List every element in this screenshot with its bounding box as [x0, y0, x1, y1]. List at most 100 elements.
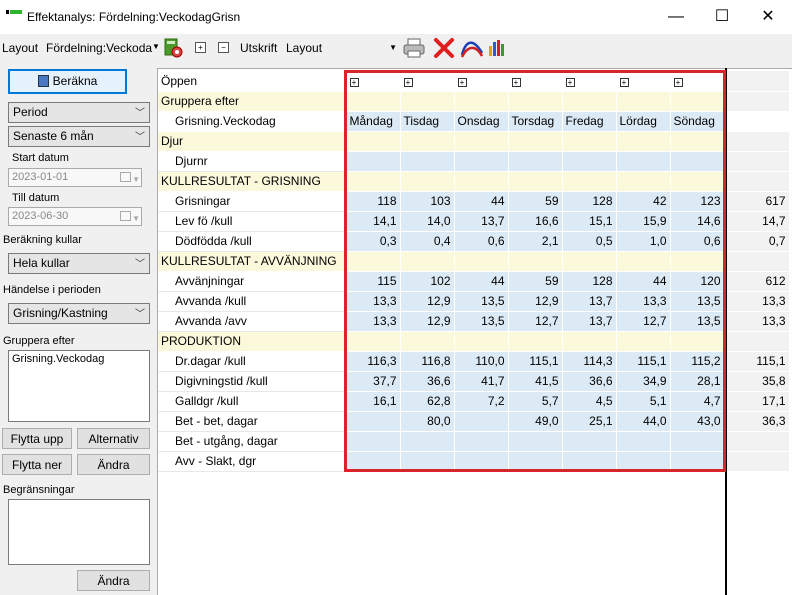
data-cell[interactable] [400, 91, 455, 112]
period-combo[interactable]: Period ﹀ [8, 102, 150, 123]
data-cell[interactable]: 15,1 [562, 211, 617, 232]
data-cell[interactable]: 102 [400, 271, 455, 292]
data-cell[interactable]: 13,7 [454, 211, 509, 232]
data-cell[interactable]: 0,3 [346, 231, 401, 252]
data-cell[interactable]: 5,7 [508, 391, 563, 412]
layout-dropdown[interactable]: Fördelning:Veckoda [46, 41, 152, 55]
data-cell[interactable]: 16,1 [346, 391, 401, 412]
data-cell[interactable]: 13,3 [346, 291, 401, 312]
data-cell[interactable]: Måndag [346, 111, 401, 132]
chevron-down-icon[interactable]: ▼ [152, 42, 160, 51]
section-row[interactable]: KULLRESULTAT - AVVÄNJNING [158, 251, 790, 272]
data-cell[interactable] [616, 451, 671, 472]
bar-chart-icon[interactable] [487, 38, 507, 58]
range-combo[interactable]: Senaste 6 mån ﹀ [8, 126, 150, 147]
data-cell[interactable]: 115,2 [670, 351, 725, 372]
table-row[interactable]: Dr.dagar /kull 116,3 116,8 110,0 115,1 114,3 1… [158, 351, 790, 372]
expand-icon[interactable]: + [400, 71, 455, 92]
data-cell[interactable]: 123 [670, 191, 725, 212]
data-cell[interactable] [454, 171, 509, 192]
data-cell[interactable] [400, 431, 455, 452]
delete-x-icon[interactable] [433, 37, 454, 58]
data-cell[interactable]: 2,1 [508, 231, 563, 252]
data-cell[interactable] [346, 251, 401, 272]
data-cell[interactable]: 0,5 [562, 231, 617, 252]
data-cell[interactable] [454, 451, 509, 472]
data-cell[interactable] [616, 251, 671, 272]
data-cell[interactable]: 5,1 [616, 391, 671, 412]
minimize-button[interactable]: — [653, 0, 699, 34]
event-combo[interactable]: Grisning/Kastning ﹀ [8, 303, 150, 324]
data-cell[interactable]: 44 [454, 271, 509, 292]
data-cell[interactable] [346, 331, 401, 352]
data-cell[interactable]: 13,5 [670, 291, 725, 312]
chart-curve-icon[interactable] [460, 37, 484, 58]
change-restrictions-button[interactable]: Ändra [77, 570, 150, 591]
data-cell[interactable]: 43,0 [670, 411, 725, 432]
data-cell[interactable]: 103 [400, 191, 455, 212]
data-cell[interactable]: 13,5 [454, 311, 509, 332]
data-cell[interactable] [346, 451, 401, 472]
expand-icon[interactable]: + [508, 71, 563, 92]
data-cell[interactable]: 128 [562, 191, 617, 212]
data-cell[interactable] [346, 171, 401, 192]
data-cell[interactable]: 41,5 [508, 371, 563, 392]
data-cell[interactable] [400, 171, 455, 192]
calculate-button[interactable]: Beräkna [8, 69, 127, 94]
data-cell[interactable]: 36,6 [400, 371, 455, 392]
data-cell[interactable]: 13,7 [562, 291, 617, 312]
expand-icon[interactable]: + [346, 71, 401, 92]
expand-icon[interactable]: + [616, 71, 671, 92]
section-row[interactable]: Djur [158, 131, 790, 152]
data-cell[interactable]: 34,9 [616, 371, 671, 392]
data-cell[interactable] [508, 171, 563, 192]
calc-litters-combo[interactable]: Hela kullar ﹀ [8, 253, 150, 274]
data-cell[interactable]: 62,8 [400, 391, 455, 412]
table-row[interactable]: Grisningar 118 103 44 59 128 42 123 617 [158, 191, 790, 212]
data-cell[interactable]: 128 [562, 271, 617, 292]
table-row[interactable]: Avvänjningar 115 102 44 59 128 44 120 612 [158, 271, 790, 292]
data-cell[interactable] [508, 451, 563, 472]
data-cell[interactable] [616, 171, 671, 192]
data-cell[interactable]: 13,3 [616, 291, 671, 312]
data-cell[interactable] [508, 151, 563, 172]
data-cell[interactable]: 14,1 [346, 211, 401, 232]
data-cell[interactable]: 115,1 [508, 351, 563, 372]
data-cell[interactable]: Tisdag [400, 111, 455, 132]
data-cell[interactable] [670, 131, 725, 152]
data-cell[interactable]: 42 [616, 191, 671, 212]
data-cell[interactable] [616, 131, 671, 152]
data-cell[interactable]: 12,9 [400, 291, 455, 312]
data-cell[interactable]: 37,7 [346, 371, 401, 392]
data-cell[interactable] [670, 451, 725, 472]
data-cell[interactable] [454, 251, 509, 272]
data-cell[interactable]: 59 [508, 271, 563, 292]
data-cell[interactable] [562, 151, 617, 172]
data-cell[interactable] [400, 451, 455, 472]
data-cell[interactable] [670, 171, 725, 192]
table-row[interactable]: Dödfödda /kull 0,3 0,4 0,6 2,1 0,5 1,0 0,6 0,7 [158, 231, 790, 252]
data-cell[interactable] [562, 251, 617, 272]
data-cell[interactable] [562, 331, 617, 352]
data-cell[interactable] [508, 431, 563, 452]
data-cell[interactable]: Onsdag [454, 111, 509, 132]
data-cell[interactable] [562, 431, 617, 452]
data-cell[interactable] [670, 91, 725, 112]
data-cell[interactable] [670, 251, 725, 272]
data-cell[interactable] [616, 91, 671, 112]
data-cell[interactable] [616, 431, 671, 452]
data-cell[interactable]: 59 [508, 191, 563, 212]
data-cell[interactable]: Torsdag [508, 111, 563, 132]
data-cell[interactable] [346, 431, 401, 452]
expand-icon[interactable]: + [670, 71, 725, 92]
data-cell[interactable]: 116,3 [346, 351, 401, 372]
data-cell[interactable]: 0,4 [400, 231, 455, 252]
start-date-field[interactable]: 2023-01-01 ▼ [8, 168, 142, 187]
data-cell[interactable]: 13,5 [670, 311, 725, 332]
collapse-all-icon[interactable]: − [218, 42, 229, 53]
data-cell[interactable] [400, 151, 455, 172]
data-cell[interactable]: 110,0 [454, 351, 509, 372]
section-row[interactable]: PRODUKTION [158, 331, 790, 352]
data-cell[interactable]: 12,7 [616, 311, 671, 332]
data-cell[interactable] [616, 151, 671, 172]
